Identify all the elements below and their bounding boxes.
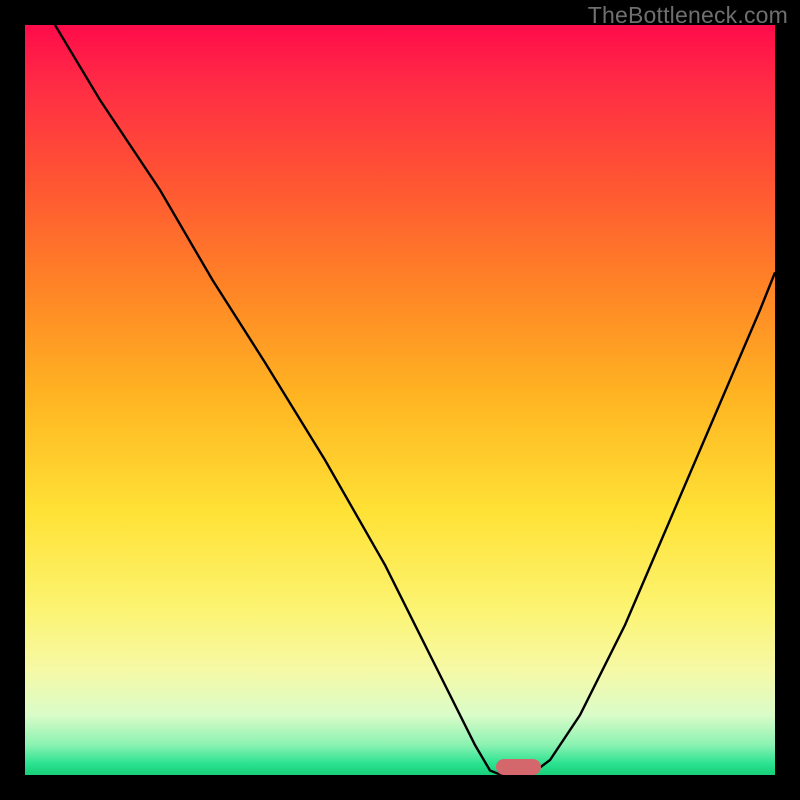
- bottleneck-curve-line: [55, 25, 775, 775]
- watermark-text: TheBottleneck.com: [588, 2, 788, 29]
- optimal-range-marker: [496, 759, 541, 775]
- chart-frame: TheBottleneck.com: [0, 0, 800, 800]
- plot-area: [25, 25, 775, 775]
- bottleneck-curve-svg: [25, 25, 775, 775]
